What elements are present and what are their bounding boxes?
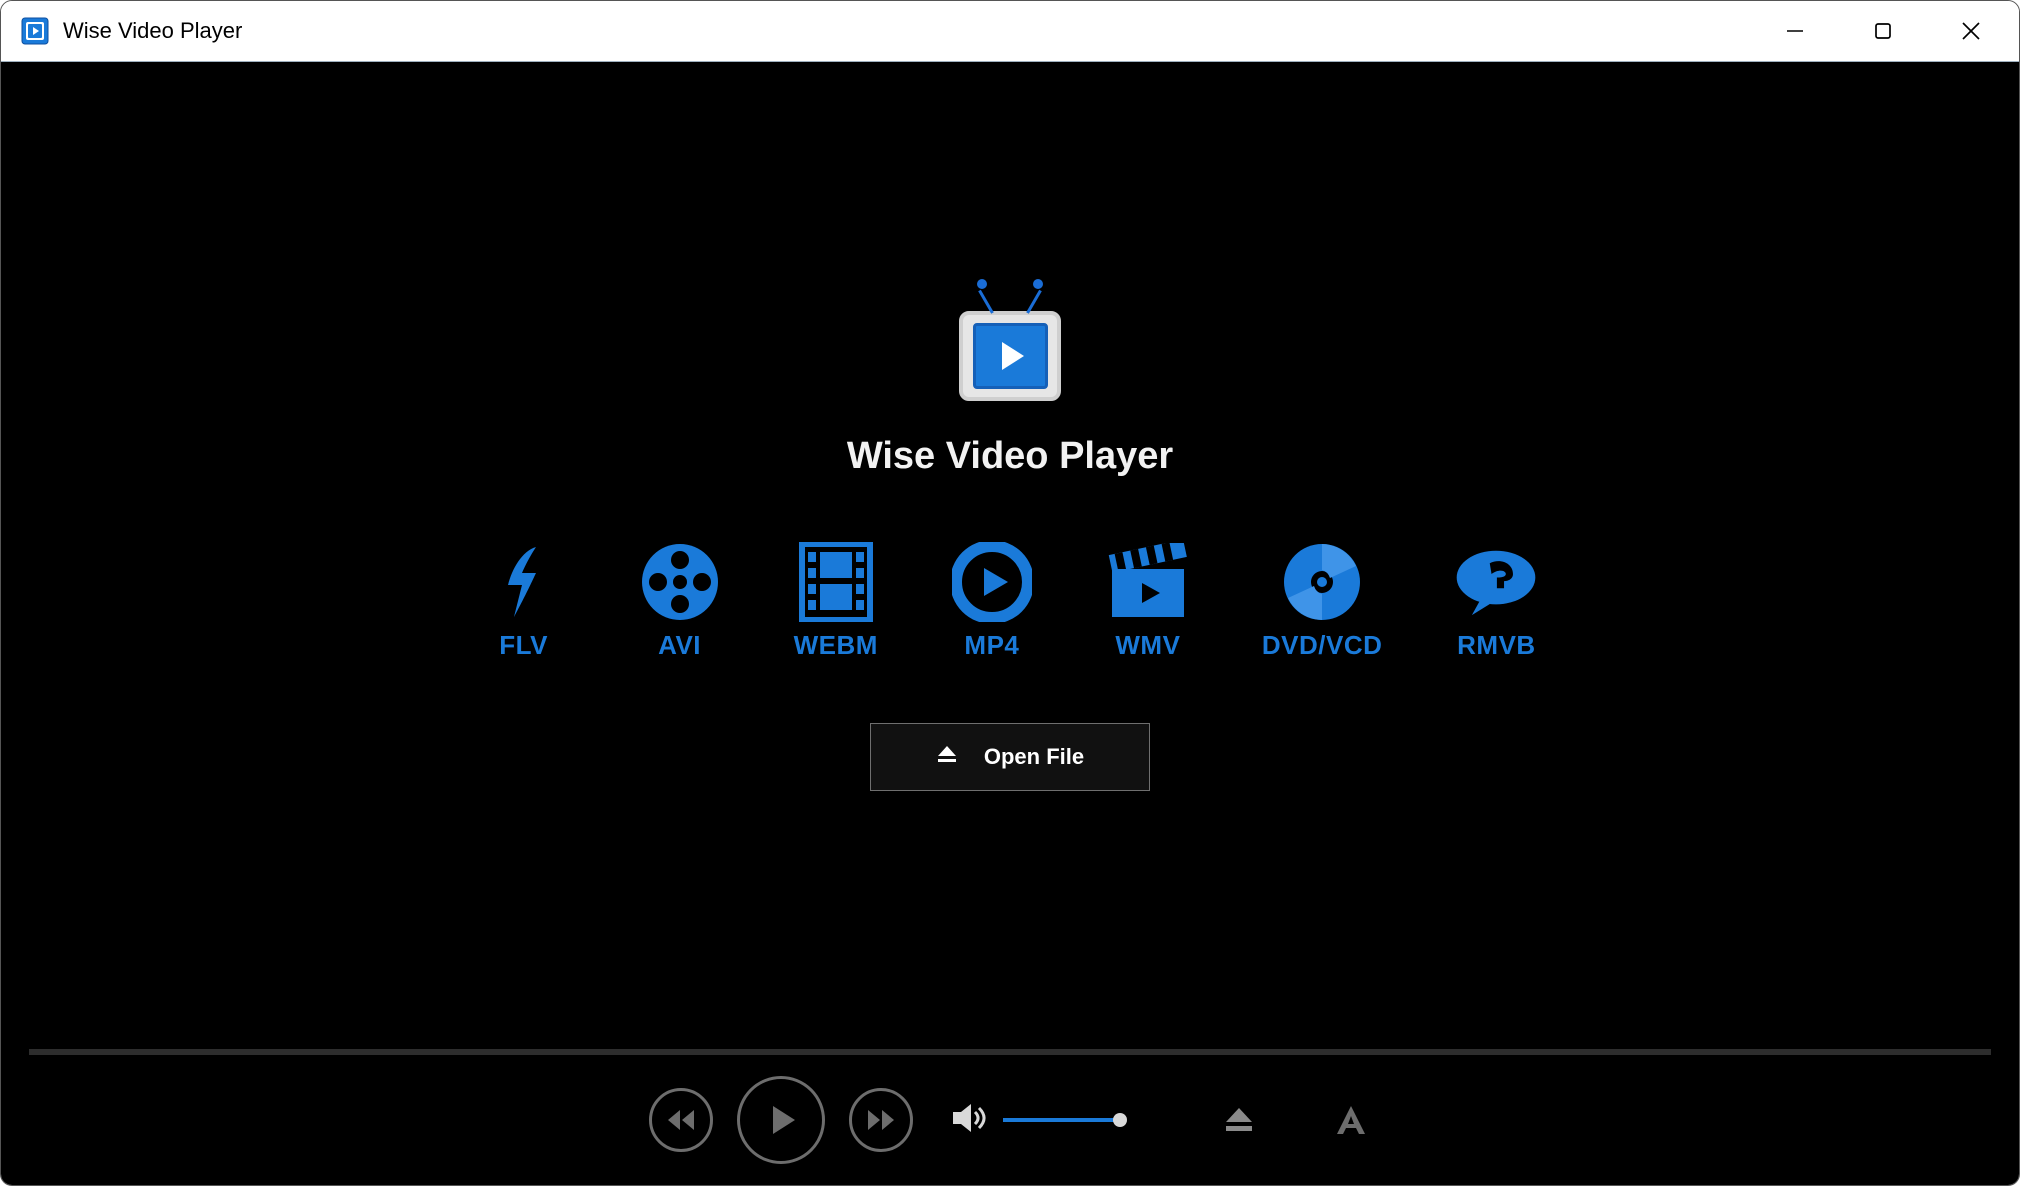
- text-a-icon: [1333, 1102, 1369, 1138]
- app-window: Wise Video Player: [0, 0, 2020, 1186]
- right-controls: [1219, 1100, 1371, 1140]
- rewind-icon: [666, 1108, 696, 1132]
- play-icon: [763, 1102, 799, 1138]
- tv-logo-icon: [959, 281, 1061, 401]
- format-label: AVI: [658, 630, 701, 661]
- playback-controls: [1, 1055, 2019, 1185]
- titlebar: Wise Video Player: [1, 1, 2019, 61]
- eject-icon: [936, 743, 958, 770]
- forward-button[interactable]: [849, 1088, 913, 1152]
- format-webm: WEBM: [794, 542, 878, 661]
- format-label: FLV: [499, 630, 548, 661]
- volume-slider[interactable]: [1003, 1118, 1119, 1122]
- volume-thumb[interactable]: [1113, 1113, 1127, 1127]
- app-name-label: Wise Video Player: [847, 435, 1173, 478]
- open-file-button[interactable]: Open File: [870, 723, 1150, 791]
- play-button[interactable]: [737, 1076, 825, 1164]
- format-wmv: WMV: [1106, 542, 1190, 661]
- minimize-button[interactable]: [1751, 1, 1839, 61]
- format-label: MP4: [964, 630, 1019, 661]
- eject-icon: [1224, 1106, 1254, 1134]
- volume-control: [951, 1102, 1119, 1139]
- format-label: RMVB: [1457, 630, 1536, 661]
- subtitle-button[interactable]: [1331, 1100, 1371, 1140]
- eject-button[interactable]: [1219, 1100, 1259, 1140]
- forward-icon: [866, 1108, 896, 1132]
- format-rmvb: RMVB: [1454, 542, 1538, 661]
- welcome-area: Wise Video Player FLV: [1, 62, 2019, 1049]
- format-label: DVD/VCD: [1262, 630, 1383, 661]
- close-button[interactable]: [1927, 1, 2015, 61]
- volume-icon[interactable]: [951, 1102, 987, 1139]
- format-list: FLV AVI: [482, 542, 1539, 661]
- flash-icon: [482, 542, 566, 622]
- format-dvd: DVD/VCD: [1262, 542, 1383, 661]
- center-controls: [649, 1076, 1119, 1164]
- format-label: WEBM: [794, 630, 878, 661]
- reel-icon: [638, 542, 722, 622]
- filmstrip-icon: [794, 542, 878, 622]
- app-icon: [21, 17, 49, 45]
- open-file-label: Open File: [984, 744, 1084, 770]
- format-label: WMV: [1115, 630, 1180, 661]
- maximize-button[interactable]: [1839, 1, 1927, 61]
- window-title: Wise Video Player: [63, 18, 1751, 44]
- format-avi: AVI: [638, 542, 722, 661]
- format-mp4: MP4: [950, 542, 1034, 661]
- format-flv: FLV: [482, 542, 566, 661]
- rmvb-icon: [1454, 542, 1538, 622]
- rewind-button[interactable]: [649, 1088, 713, 1152]
- play-circle-icon: [950, 542, 1034, 622]
- clapper-icon: [1106, 542, 1190, 622]
- app-logo: Wise Video Player: [847, 281, 1173, 478]
- window-controls: [1751, 1, 2015, 61]
- player-area: Wise Video Player FLV: [1, 61, 2019, 1185]
- disc-icon: [1280, 542, 1364, 622]
